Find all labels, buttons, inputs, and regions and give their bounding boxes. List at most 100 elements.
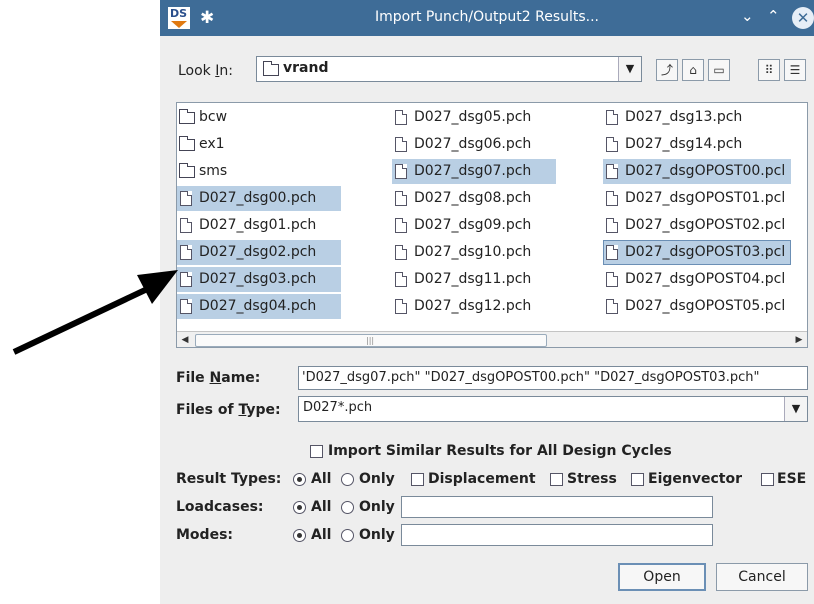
item-label: D027_dsg09.pch	[414, 217, 532, 233]
file-item[interactable]: D027_dsg13.pch	[603, 105, 748, 130]
file-icon	[606, 110, 618, 125]
folder-item[interactable]: ex1	[177, 132, 341, 157]
result-types-only-radio[interactable]	[341, 473, 354, 486]
stress-checkbox[interactable]	[550, 473, 563, 486]
loadcases-only-label: Only	[359, 499, 395, 515]
file-icon	[606, 164, 618, 179]
file-item[interactable]: D027_dsg05.pch	[392, 105, 556, 130]
maximize-icon[interactable]: ⌃	[767, 7, 780, 25]
file-item[interactable]: D027_dsgOPOST04.pcl	[603, 267, 791, 292]
item-label: D027_dsgOPOST00.pcl	[625, 163, 786, 179]
file-item[interactable]: D027_dsgOPOST00.pcl	[603, 159, 792, 184]
file-item[interactable]: D027_dsgOPOST03.pcl	[603, 240, 792, 265]
modes-all-radio[interactable]	[293, 529, 306, 542]
file-icon	[395, 137, 407, 152]
up-folder-icon[interactable]: ⤴	[656, 59, 678, 81]
file-name-label: File Name:	[176, 370, 261, 386]
file-item[interactable]: D027_dsgOPOST01.pcl	[603, 186, 791, 211]
chevron-down-icon[interactable]: ▼	[784, 397, 807, 421]
item-label: D027_dsg11.pch	[414, 271, 532, 287]
horizontal-scrollbar[interactable]: ◀ ||| ▶	[177, 331, 807, 347]
look-in-combo[interactable]: vrand ▼	[256, 56, 642, 82]
window-title: Import Punch/Output2 Results...	[374, 9, 600, 25]
look-in-value: vrand	[283, 60, 329, 76]
file-icon	[395, 110, 407, 125]
file-icon	[606, 218, 618, 233]
file-icon	[395, 272, 407, 287]
item-label: D027_dsgOPOST04.pcl	[625, 271, 786, 287]
scroll-right-icon[interactable]: ▶	[791, 332, 807, 347]
file-item[interactable]: D027_dsg04.pch	[177, 294, 341, 319]
arrow-shaft	[12, 280, 162, 355]
folder-item[interactable]: sms	[177, 159, 341, 184]
file-item[interactable]: D027_dsg03.pch	[177, 267, 341, 292]
file-icon	[395, 191, 407, 206]
result-types-all-label: All	[311, 471, 332, 487]
scroll-thumb[interactable]: |||	[195, 334, 547, 347]
file-item[interactable]: D027_dsg11.pch	[392, 267, 556, 292]
ese-checkbox[interactable]	[761, 473, 774, 486]
modes-only-label: Only	[359, 527, 395, 543]
item-label: D027_dsgOPOST03.pcl	[625, 244, 786, 260]
file-item[interactable]: D027_dsg01.pch	[177, 213, 341, 238]
item-label: D027_dsg08.pch	[414, 190, 532, 206]
file-item[interactable]: D027_dsg02.pch	[177, 240, 341, 265]
files-of-type-label: Files of Type:	[176, 402, 281, 418]
file-item[interactable]: D027_dsgOPOST05.pcl	[603, 294, 791, 319]
minimize-icon[interactable]: ⌄	[741, 7, 754, 25]
files-of-type-combo[interactable]: D027*.pch ▼	[298, 396, 808, 422]
file-icon	[606, 299, 618, 314]
import-similar-label: Import Similar Results for All Design Cy…	[328, 443, 672, 459]
arrow-annotation	[12, 270, 178, 355]
item-label: sms	[199, 163, 228, 179]
file-item[interactable]: D027_dsg14.pch	[603, 132, 748, 157]
file-icon	[606, 191, 618, 206]
displacement-checkbox[interactable]	[411, 473, 424, 486]
item-label: D027_dsg04.pch	[199, 298, 317, 314]
file-item[interactable]: D027_dsg12.pch	[392, 294, 556, 319]
modes-only-radio[interactable]	[341, 529, 354, 542]
cancel-button[interactable]: Cancel	[716, 563, 808, 591]
file-icon	[606, 137, 618, 152]
file-icon	[395, 218, 407, 233]
file-item[interactable]: D027_dsg09.pch	[392, 213, 556, 238]
file-icon	[395, 299, 407, 314]
folder-item[interactable]: bcw	[177, 105, 341, 130]
file-item[interactable]: D027_dsg08.pch	[392, 186, 556, 211]
item-label: D027_dsg03.pch	[199, 271, 317, 287]
loadcases-only-radio[interactable]	[341, 501, 354, 514]
loadcases-label: Loadcases:	[176, 499, 264, 515]
arrow-head	[137, 270, 178, 304]
file-item[interactable]: D027_dsg07.pch	[392, 159, 556, 184]
item-label: D027_dsgOPOST01.pcl	[625, 190, 786, 206]
list-view-icon[interactable]: ⠿	[758, 59, 780, 81]
new-folder-icon[interactable]: ▭	[708, 59, 730, 81]
modes-input[interactable]	[401, 524, 713, 546]
item-label: bcw	[199, 109, 228, 125]
file-item[interactable]: D027_dsg06.pch	[392, 132, 556, 157]
file-icon	[606, 272, 618, 287]
file-list[interactable]: bcw ex1 sms D027_dsg00.pch D027_dsg01.pch D02…	[176, 102, 808, 348]
file-icon	[395, 164, 407, 179]
close-icon[interactable]: ✕	[792, 7, 814, 29]
loadcases-input[interactable]	[401, 496, 713, 518]
ese-label: ESE	[777, 471, 807, 487]
import-similar-checkbox[interactable]	[310, 445, 323, 458]
home-icon[interactable]: ⌂	[682, 59, 704, 81]
file-icon	[606, 245, 618, 260]
item-label: D027_dsg14.pch	[625, 136, 743, 152]
eigenvector-checkbox[interactable]	[631, 473, 644, 486]
result-types-label: Result Types:	[176, 471, 282, 487]
result-types-all-radio[interactable]	[293, 473, 306, 486]
file-name-input[interactable]: 'D027_dsg07.pch" "D027_dsgOPOST00.pch" "…	[298, 366, 808, 390]
item-label: D027_dsgOPOST05.pcl	[625, 298, 786, 314]
file-item[interactable]: D027_dsgOPOST02.pcl	[603, 213, 791, 238]
chevron-down-icon[interactable]: ▼	[618, 57, 641, 81]
loadcases-all-radio[interactable]	[293, 501, 306, 514]
file-item[interactable]: D027_dsg00.pch	[177, 186, 341, 211]
details-view-icon[interactable]: ☰	[784, 59, 806, 81]
eigenvector-label: Eigenvector	[648, 471, 742, 487]
file-item[interactable]: D027_dsg10.pch	[392, 240, 556, 265]
open-button[interactable]: Open	[618, 563, 706, 591]
title-bar[interactable]: DS ✱ Import Punch/Output2 Results... ⌄ ⌃…	[160, 0, 814, 36]
